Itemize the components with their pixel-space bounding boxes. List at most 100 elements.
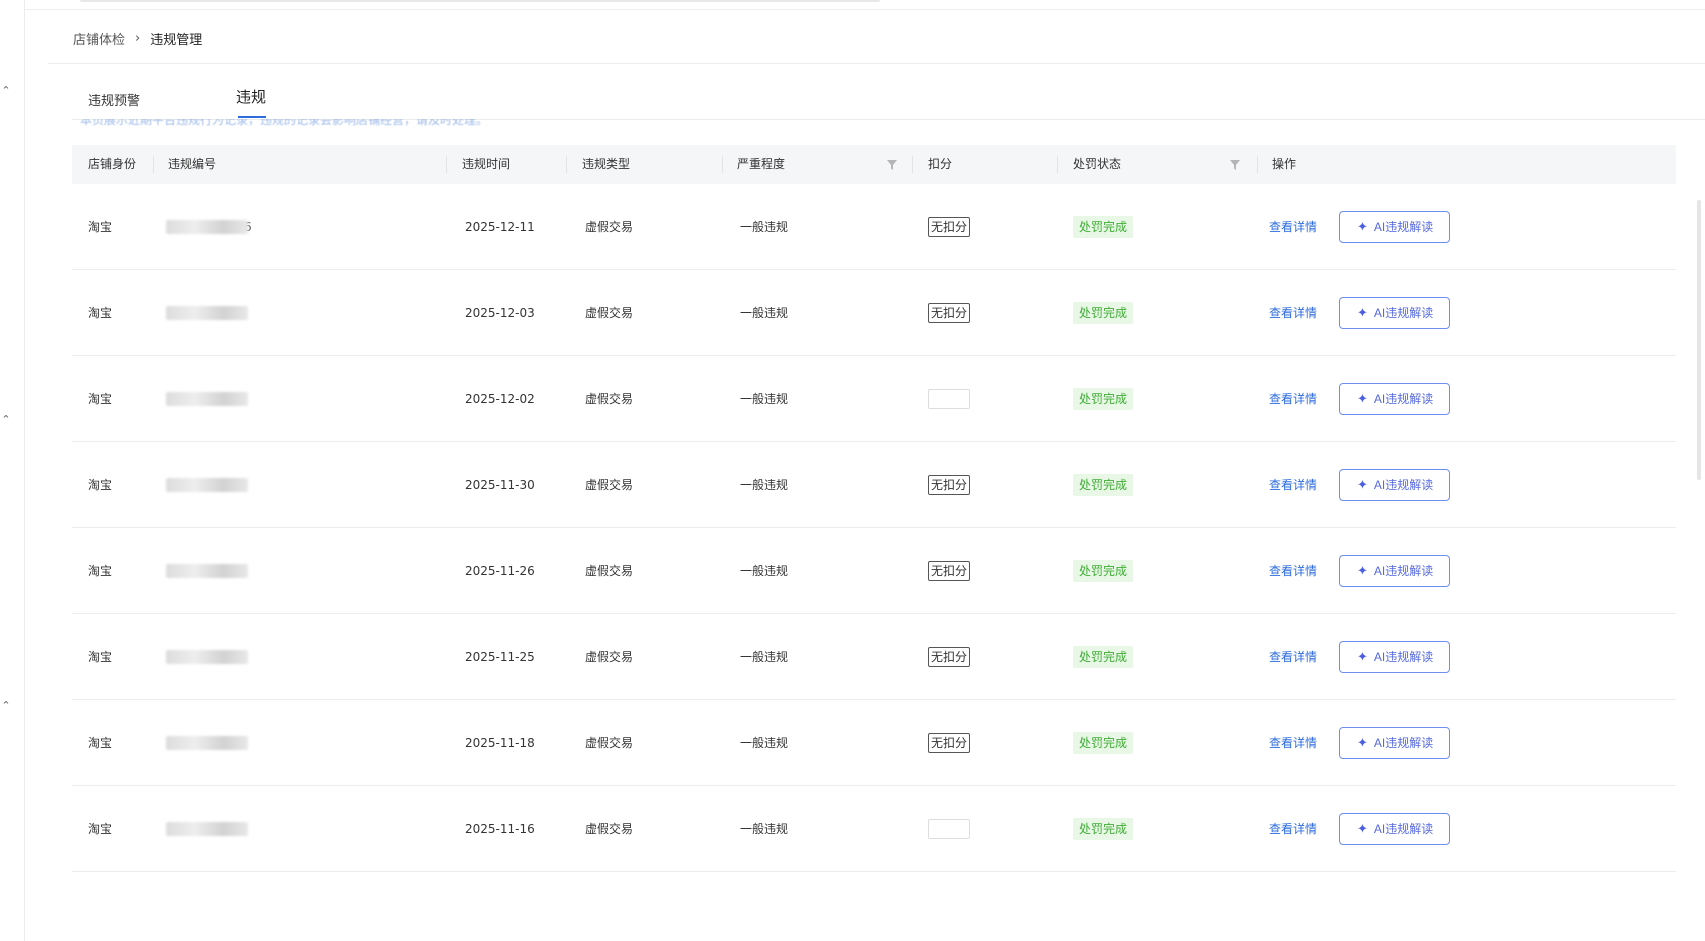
ai-interpret-button[interactable]: ✦ AI违规解读 xyxy=(1339,640,1451,673)
ai-interpret-button[interactable]: ✦ AI违规解读 xyxy=(1339,296,1451,329)
column-divider xyxy=(446,156,447,173)
cell-actions: 查看详情 ✦ AI违规解读 xyxy=(1269,356,1451,441)
table-row: 淘宝 2025-11-26 虚假交易 一般违规 无扣分 处罚完成 查看详情 ✦ … xyxy=(72,528,1676,614)
view-detail-link[interactable]: 查看详情 xyxy=(1269,218,1317,235)
view-detail-link[interactable]: 查看详情 xyxy=(1269,476,1317,493)
cell-actions: 查看详情 ✦ AI违规解读 xyxy=(1269,184,1451,269)
violation-time: 2025-12-02 xyxy=(465,391,535,406)
identity-text: 淘宝 xyxy=(88,306,113,320)
cell-severity: 一般违规 xyxy=(740,270,788,355)
view-detail-link[interactable]: 查看详情 xyxy=(1269,390,1317,407)
ai-button-label: AI违规解读 xyxy=(1373,392,1434,406)
cell-status: 处罚完成 xyxy=(1073,442,1134,527)
top-search-bar-edge xyxy=(80,0,880,2)
chevron-up-icon[interactable]: ⌃ xyxy=(0,85,12,97)
chevron-up-icon[interactable]: ⌃ xyxy=(0,414,12,426)
column-divider xyxy=(566,156,567,173)
identity-text: 淘宝 xyxy=(88,564,113,578)
ai-interpret-button[interactable]: ✦ AI违规解读 xyxy=(1339,554,1451,587)
ai-button-label: AI违规解读 xyxy=(1373,478,1434,492)
cell-identity: 淘宝 xyxy=(88,356,112,441)
severity-text: 一般违规 xyxy=(740,736,789,750)
ai-button-label: AI违规解读 xyxy=(1373,822,1434,836)
header-divider xyxy=(24,9,1705,10)
table-row: 淘宝 2025-11-25 虚假交易 一般违规 无扣分 处罚完成 查看详情 ✦ … xyxy=(72,614,1676,700)
violation-time: 2025-11-30 xyxy=(465,477,535,492)
deduct-points-placeholder xyxy=(928,818,970,839)
col-type: 违规类型 xyxy=(582,157,631,171)
deduct-points-tag: 无扣分 xyxy=(928,474,971,495)
violation-time: 2025-12-11 xyxy=(465,219,535,234)
cell-status: 处罚完成 xyxy=(1073,270,1134,355)
breadcrumb-divider xyxy=(48,63,1705,64)
view-detail-link[interactable]: 查看详情 xyxy=(1269,734,1317,751)
notice-banner: 本页展示近期平台违规行为记录，违规的记录会影响店铺经营，请及时处理。 xyxy=(80,119,700,127)
status-badge: 处罚完成 xyxy=(1073,731,1134,754)
violation-type: 虚假交易 xyxy=(585,392,634,406)
ai-interpret-button[interactable]: ✦ AI违规解读 xyxy=(1339,382,1451,415)
ai-button-label: AI违规解读 xyxy=(1373,736,1434,750)
identity-text: 淘宝 xyxy=(88,478,113,492)
identity-text: 淘宝 xyxy=(88,220,113,234)
cell-type: 虚假交易 xyxy=(585,184,633,269)
cell-identity: 淘宝 xyxy=(88,442,112,527)
ai-interpret-button[interactable]: ✦ AI违规解读 xyxy=(1339,468,1451,501)
cell-points: 无扣分 xyxy=(928,614,971,699)
deduct-points-tag: 无扣分 xyxy=(928,560,971,581)
severity-text: 一般违规 xyxy=(740,220,789,234)
filter-icon[interactable] xyxy=(887,160,897,170)
violation-time: 2025-12-03 xyxy=(465,305,535,320)
status-badge: 处罚完成 xyxy=(1073,215,1134,238)
masked-violation-code xyxy=(166,219,248,234)
violation-type: 虚假交易 xyxy=(585,736,634,750)
column-divider xyxy=(722,156,723,173)
cell-severity: 一般违规 xyxy=(740,614,788,699)
cell-code xyxy=(166,270,248,355)
filter-icon[interactable] xyxy=(1230,160,1240,170)
sparkle-icon: ✦ xyxy=(1357,476,1368,492)
ai-interpret-button[interactable]: ✦ AI违规解读 xyxy=(1339,812,1451,845)
column-divider xyxy=(153,156,154,173)
view-detail-link[interactable]: 查看详情 xyxy=(1269,820,1317,837)
col-points: 扣分 xyxy=(928,157,953,171)
cell-identity: 淘宝 xyxy=(88,270,112,355)
cell-identity: 淘宝 xyxy=(88,786,112,871)
cell-time: 2025-11-18 xyxy=(465,700,535,785)
status-badge: 处罚完成 xyxy=(1073,301,1134,324)
cell-type: 虚假交易 xyxy=(585,614,633,699)
tab-violation[interactable]: 违规 xyxy=(236,86,266,107)
ai-button-label: AI违规解读 xyxy=(1373,220,1434,234)
cell-code xyxy=(166,614,248,699)
notice-text: 本页展示近期平台违规行为记录，违规的记录会影响店铺经营，请及时处理。 xyxy=(80,119,489,127)
view-detail-link[interactable]: 查看详情 xyxy=(1269,562,1317,579)
deduct-points-tag: 无扣分 xyxy=(928,302,971,323)
chevron-up-icon[interactable]: ⌃ xyxy=(0,700,12,712)
violation-time: 2025-11-18 xyxy=(465,735,535,750)
view-detail-link[interactable]: 查看详情 xyxy=(1269,304,1317,321)
violation-table: 店铺身份 违规编号 违规时间 违规类型 严重程度 扣分 处罚状态 操作 淘宝 6… xyxy=(72,145,1676,872)
col-actions: 操作 xyxy=(1272,157,1297,171)
left-rail: ⌃ ⌃ ⌃ xyxy=(0,0,25,941)
table-row: 淘宝 6 2025-12-11 虚假交易 一般违规 无扣分 处罚完成 查看详情 … xyxy=(72,184,1676,270)
table-row: 淘宝 2025-12-02 虚假交易 一般违规 处罚完成 查看详情 ✦ AI违规… xyxy=(72,356,1676,442)
breadcrumb-parent[interactable]: 店铺体检 xyxy=(73,29,125,48)
tab-violation-warning[interactable]: 违规预警 xyxy=(88,90,140,109)
ai-interpret-button[interactable]: ✦ AI违规解读 xyxy=(1339,210,1451,243)
status-badge: 处罚完成 xyxy=(1073,387,1134,410)
scrollbar[interactable] xyxy=(1697,200,1701,480)
cell-severity: 一般违规 xyxy=(740,786,788,871)
cell-type: 虚假交易 xyxy=(585,270,633,355)
cell-points xyxy=(928,786,970,871)
cell-actions: 查看详情 ✦ AI违规解读 xyxy=(1269,528,1451,613)
status-badge: 处罚完成 xyxy=(1073,473,1134,496)
severity-text: 一般违规 xyxy=(740,822,789,836)
view-detail-link[interactable]: 查看详情 xyxy=(1269,648,1317,665)
table-row: 淘宝 2025-12-03 虚假交易 一般违规 无扣分 处罚完成 查看详情 ✦ … xyxy=(72,270,1676,356)
violation-type: 虚假交易 xyxy=(585,220,634,234)
status-badge: 处罚完成 xyxy=(1073,645,1134,668)
sparkle-icon: ✦ xyxy=(1357,562,1368,578)
cell-identity: 淘宝 xyxy=(88,614,112,699)
ai-interpret-button[interactable]: ✦ AI违规解读 xyxy=(1339,726,1451,759)
cell-status: 处罚完成 xyxy=(1073,184,1134,269)
cell-code xyxy=(166,442,248,527)
